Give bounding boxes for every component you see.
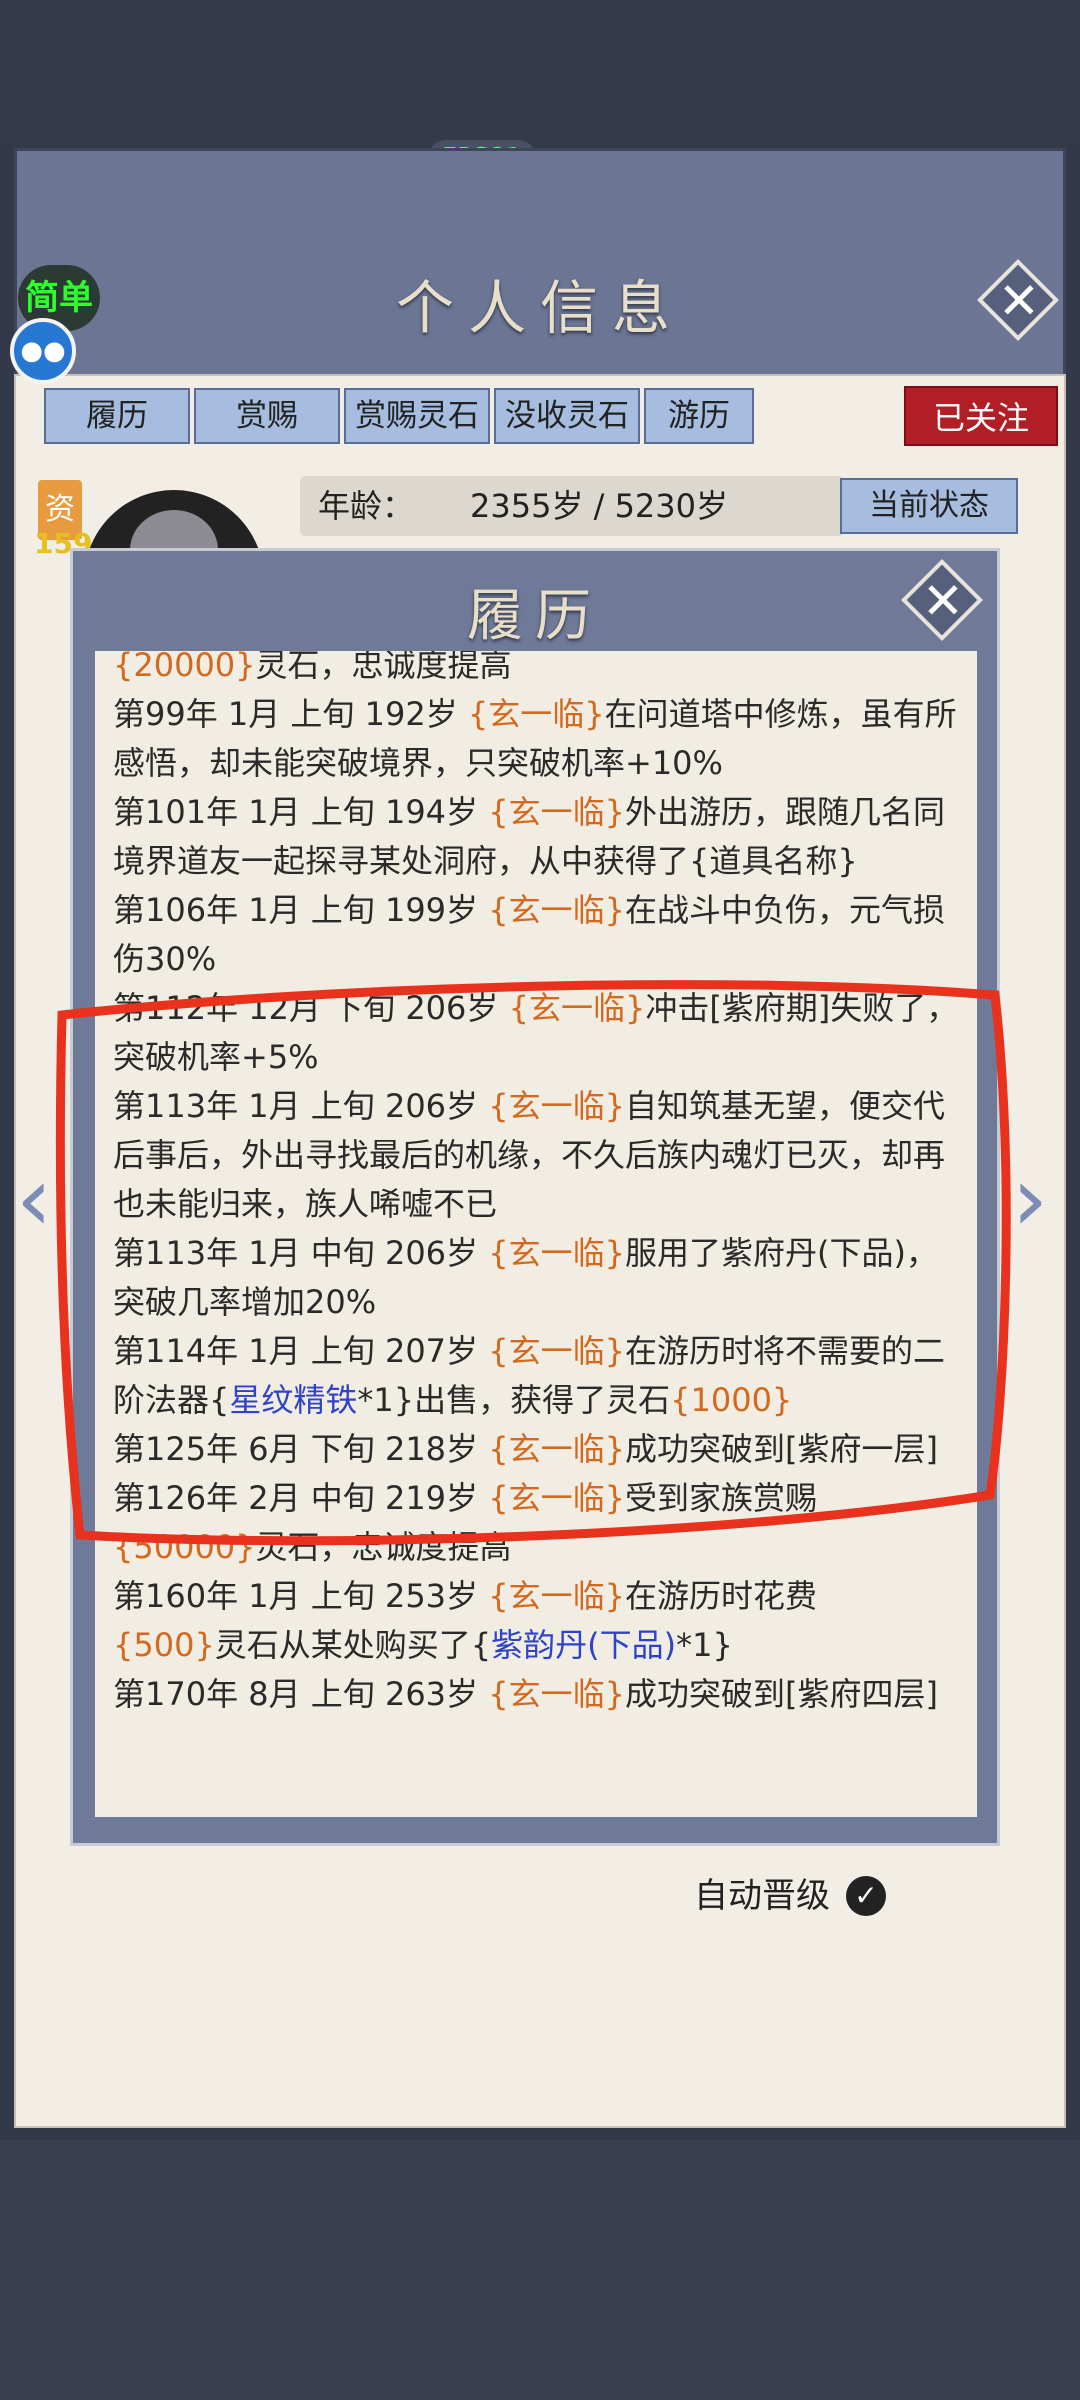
list-item: {20000}灵石，忠诚度提高 <box>113 651 512 684</box>
age-label: 年龄： <box>318 487 415 525</box>
followed-button[interactable]: 已关注 <box>904 386 1058 446</box>
close-icon: ✕ <box>922 572 964 630</box>
list-item: 第126年 2月 中旬 219岁 {玄一临}受到家族赏赐 {50000}灵石，忠诚… <box>113 1479 817 1566</box>
close-info-button[interactable]: ✕ <box>976 258 1060 342</box>
tab-resume[interactable]: 履历 <box>44 388 190 444</box>
list-item: 第160年 1月 上旬 253岁 {玄一临}在游历时花费 {500}灵石从某处购买… <box>113 1577 817 1664</box>
chevron-right-icon[interactable]: › <box>1012 1150 1048 1250</box>
list-item: 第170年 8月 上旬 263岁 {玄一临}成功突破到[紫府四层] <box>113 1675 938 1713</box>
list-item: 第112年 12月 下旬 206岁 {玄一临}冲击[紫府期]失败了，突破机率+5… <box>113 989 959 1076</box>
list-item: 第113年 1月 上旬 206岁 {玄一临}自知筑基无望，便交代后事后，外出寻找… <box>113 1087 946 1223</box>
chevron-left-icon[interactable]: ‹ <box>16 1150 52 1250</box>
modal-title: 履历 <box>467 584 603 649</box>
current-state-button[interactable]: 当前状态 <box>840 478 1018 534</box>
auto-promote-checkbox[interactable]: ✓ <box>846 1876 886 1916</box>
auto-promote-label: 自动晋级 <box>694 1876 830 1916</box>
page-title: 个人信息 <box>395 274 684 342</box>
close-resume-button[interactable]: ✕ <box>900 558 984 642</box>
list-item: 第113年 1月 中旬 206岁 {玄一临}服用了紫府丹(下品)，突破几率增加2… <box>113 1234 938 1321</box>
top-bar <box>0 0 1080 145</box>
chat-bubble-icon[interactable]: ●● <box>10 318 76 384</box>
tab-confiscate-stones[interactable]: 没收灵石 <box>494 388 640 444</box>
list-item: 第101年 1月 上旬 194岁 {玄一临}外出游历，跟随几名同境界道友一起探寻… <box>113 793 945 880</box>
resume-log-panel[interactable]: {20000}灵石，忠诚度提高 第99年 1月 上旬 192岁 {玄一临}在问道… <box>95 651 977 1817</box>
list-item: 第99年 1月 上旬 192岁 {玄一临}在问道塔中修炼，虽有所感悟，却未能突破… <box>113 695 957 782</box>
tab-travel[interactable]: 游历 <box>644 388 754 444</box>
list-item: 第114年 1月 上旬 207岁 {玄一临}在游历时将不需要的二阶法器{星纹精铁… <box>113 1332 945 1419</box>
age-value: 2355岁 / 5230岁 <box>470 487 729 525</box>
list-item: 第125年 6月 下旬 218岁 {玄一临}成功突破到[紫府一层] <box>113 1430 938 1468</box>
resume-log-list: {20000}灵石，忠诚度提高 第99年 1月 上旬 192岁 {玄一临}在问道… <box>113 651 959 1719</box>
resume-modal: 履历 {20000}灵石，忠诚度提高 第99年 1月 上旬 192岁 {玄一临}… <box>70 548 1000 1846</box>
tab-reward-stones[interactable]: 赏赐灵石 <box>344 388 490 444</box>
close-icon: ✕ <box>998 272 1040 330</box>
list-item: 第106年 1月 上旬 199岁 {玄一临}在战斗中负伤，元气损伤30% <box>113 891 945 978</box>
bottom-area <box>0 2140 1080 2400</box>
tab-reward[interactable]: 赏赐 <box>194 388 340 444</box>
